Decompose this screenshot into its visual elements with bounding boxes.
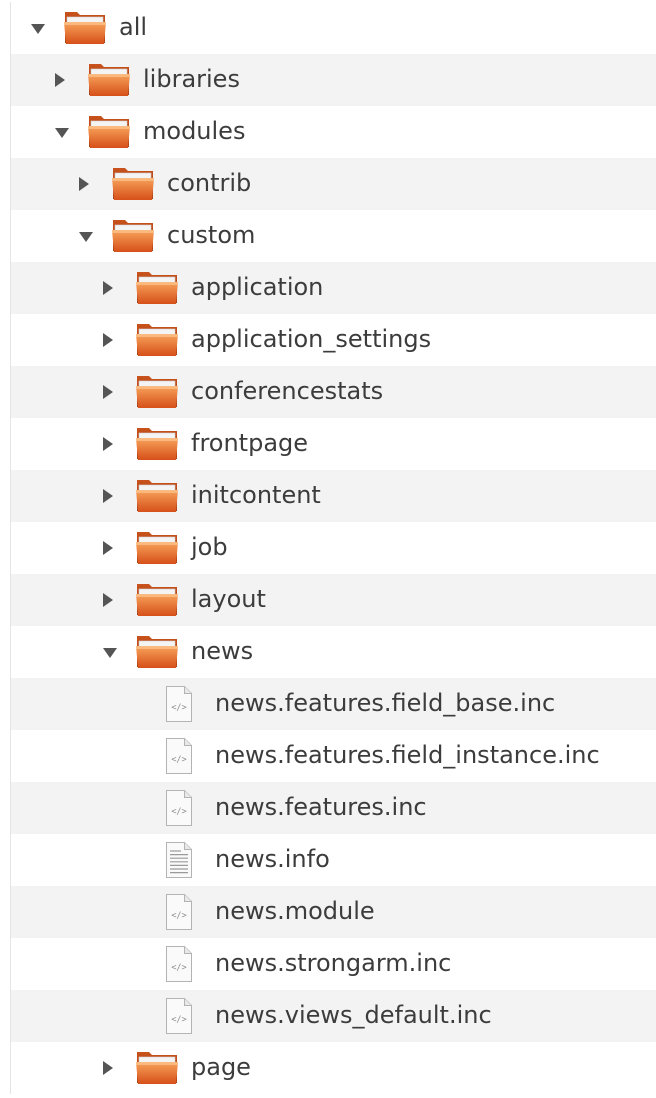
tree-folder-row[interactable]: application <box>11 262 656 314</box>
tree-folder-row[interactable]: modules <box>11 106 656 158</box>
tree-folder-row[interactable]: all <box>11 2 656 54</box>
tree-item-label: news.strongarm.inc <box>215 949 452 977</box>
collapse-arrow-icon[interactable] <box>55 128 69 138</box>
tree-folder-row[interactable]: contrib <box>11 158 656 210</box>
folder-icon <box>111 165 155 201</box>
tree-folder-row[interactable]: libraries <box>11 54 656 106</box>
tree-item-label: all <box>119 13 148 41</box>
tree-item-label: conferencestats <box>191 377 384 405</box>
tree-folder-row[interactable]: initcontent <box>11 470 656 522</box>
svg-text:</>: </> <box>171 911 186 921</box>
tree-item-label: news.info <box>215 845 330 873</box>
folder-icon <box>87 61 131 97</box>
tree-item-label: application_settings <box>191 325 432 353</box>
tree-file-row[interactable]: </> news.strongarm.inc <box>11 938 656 990</box>
svg-text:</>: </> <box>171 755 186 765</box>
folder-icon <box>135 425 179 461</box>
expand-arrow-icon[interactable] <box>55 73 65 87</box>
expand-arrow-icon[interactable] <box>103 593 113 607</box>
expand-arrow-icon[interactable] <box>103 333 113 347</box>
tree-folder-row[interactable]: frontpage <box>11 418 656 470</box>
folder-icon <box>135 529 179 565</box>
expand-arrow-icon[interactable] <box>103 281 113 295</box>
svg-text:</>: </> <box>171 703 186 713</box>
code-file-icon: </> <box>165 789 193 827</box>
file-tree: all libraries modules contrib custom applicat… <box>10 2 656 1094</box>
tree-item-label: news.features.field_base.inc <box>215 689 556 717</box>
tree-item-label: application <box>191 273 324 301</box>
tree-item-label: custom <box>167 221 256 249</box>
tree-item-label: layout <box>191 585 266 613</box>
code-file-icon: </> <box>165 893 193 931</box>
tree-item-label: modules <box>143 117 246 145</box>
tree-folder-row[interactable]: conferencestats <box>11 366 656 418</box>
tree-folder-row[interactable]: application_settings <box>11 314 656 366</box>
svg-text:</>: </> <box>171 1015 186 1025</box>
folder-icon <box>135 581 179 617</box>
text-file-icon <box>165 841 193 879</box>
expand-arrow-icon[interactable] <box>103 437 113 451</box>
expand-arrow-icon[interactable] <box>103 1061 113 1075</box>
expand-arrow-icon[interactable] <box>79 177 89 191</box>
tree-file-row[interactable]: news.info <box>11 834 656 886</box>
folder-icon <box>63 9 107 45</box>
tree-item-label: news.module <box>215 897 375 925</box>
tree-folder-row[interactable]: layout <box>11 574 656 626</box>
folder-icon <box>135 477 179 513</box>
expand-arrow-icon[interactable] <box>103 489 113 503</box>
folder-icon <box>135 633 179 669</box>
code-file-icon: </> <box>165 737 193 775</box>
tree-folder-row[interactable]: page <box>11 1042 656 1094</box>
tree-item-label: news.features.inc <box>215 793 427 821</box>
collapse-arrow-icon[interactable] <box>31 24 45 34</box>
tree-file-row[interactable]: </> news.features.inc <box>11 782 656 834</box>
tree-item-label: page <box>191 1053 251 1081</box>
folder-icon <box>135 321 179 357</box>
folder-icon <box>135 373 179 409</box>
tree-file-row[interactable]: </> news.features.field_instance.inc <box>11 730 656 782</box>
tree-item-label: frontpage <box>191 429 309 457</box>
expand-arrow-icon[interactable] <box>103 385 113 399</box>
tree-item-label: initcontent <box>191 481 321 509</box>
tree-file-row[interactable]: </> news.module <box>11 886 656 938</box>
tree-file-row[interactable]: </> news.views_default.inc <box>11 990 656 1042</box>
folder-icon <box>87 113 131 149</box>
code-file-icon: </> <box>165 945 193 983</box>
tree-item-label: news.features.field_instance.inc <box>215 741 600 769</box>
tree-item-label: news.views_default.inc <box>215 1001 492 1029</box>
folder-icon <box>135 1049 179 1085</box>
folder-icon <box>135 269 179 305</box>
collapse-arrow-icon[interactable] <box>103 648 117 658</box>
folder-icon <box>111 217 155 253</box>
tree-item-label: job <box>191 533 228 561</box>
svg-text:</>: </> <box>171 963 186 973</box>
expand-arrow-icon[interactable] <box>103 541 113 555</box>
tree-folder-row[interactable]: job <box>11 522 656 574</box>
tree-folder-row[interactable]: custom <box>11 210 656 262</box>
code-file-icon: </> <box>165 997 193 1035</box>
collapse-arrow-icon[interactable] <box>79 232 93 242</box>
tree-folder-row[interactable]: news <box>11 626 656 678</box>
svg-text:</>: </> <box>171 807 186 817</box>
tree-item-label: news <box>191 637 254 665</box>
tree-item-label: libraries <box>143 65 240 93</box>
tree-item-label: contrib <box>167 169 252 197</box>
tree-file-row[interactable]: </> news.features.field_base.inc <box>11 678 656 730</box>
code-file-icon: </> <box>165 685 193 723</box>
